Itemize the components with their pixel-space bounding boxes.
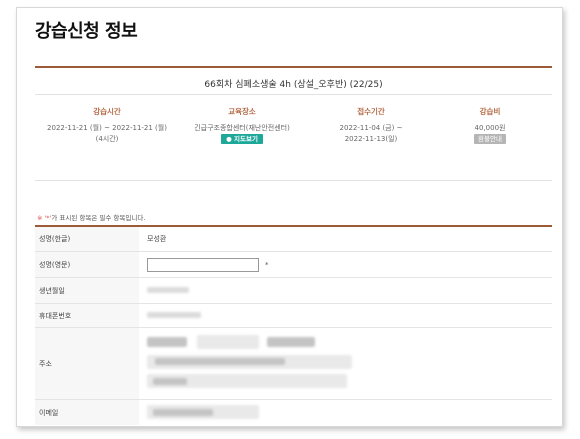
birthdate-label: 생년월일 <box>35 278 139 303</box>
name-en-input[interactable] <box>147 257 259 272</box>
info-venue-name: 긴급구조종합센터(재난안전센터) <box>194 124 290 132</box>
form-row-name-kr: 성명(한글) 모성환 <box>35 227 552 252</box>
form-row-email: 이메일 <box>35 400 552 425</box>
info-schedule-dates: 2022-11-21 (월) ~ 2022-11-21 (월) <box>47 124 167 132</box>
name-kr-label: 성명(한글) <box>35 227 139 251</box>
info-period: 접수기간 2022-11-04 (금) ~ 2022-11-13(일) <box>306 106 436 145</box>
info-venue-label: 교육장소 <box>228 107 256 116</box>
info-schedule-hours: (4시간) <box>95 135 119 143</box>
mobile-label: 휴대폰번호 <box>35 304 139 327</box>
map-pin-icon: ● <box>226 135 232 143</box>
form-row-name-en: 성명(영문) * <box>35 252 552 278</box>
divider <box>35 94 552 95</box>
form-row-birthdate: 생년월일 <box>35 278 552 304</box>
info-venue: 교육장소 긴급구조종합센터(재난안전센터) ● 지도보기 <box>177 106 307 145</box>
page-container: 강습신청 정보 66회차 심폐소생술 4h (상설_오후반) (22/25) 강… <box>16 7 563 427</box>
page-title: 강습신청 정보 <box>35 21 138 42</box>
required-notice-star: ※ '*' <box>37 214 52 222</box>
info-fee-label: 강습비 <box>479 107 501 116</box>
address-value <box>147 328 552 399</box>
info-fee-amount: 40,000원 <box>474 124 506 132</box>
name-en-cell: * <box>147 252 552 277</box>
mobile-value <box>147 304 552 327</box>
birthdate-value <box>147 278 552 303</box>
email-value <box>147 400 552 425</box>
email-label: 이메일 <box>35 400 139 425</box>
info-period-start: 2022-11-04 (금) ~ <box>339 124 403 132</box>
info-schedule: 강습시간 2022-11-21 (월) ~ 2022-11-21 (월) (4시… <box>42 106 172 145</box>
map-button-label: 지도보기 <box>234 135 258 143</box>
required-notice: ※ '*'가 표시된 항목은 필수 항목입니다. <box>37 212 145 222</box>
course-name: 66회차 심폐소생술 4h (상설_오후반) (22/25) <box>204 80 383 90</box>
name-kr-value: 모성환 <box>147 235 167 243</box>
info-fee: 강습비 40,000원 환불안내 <box>425 106 555 145</box>
address-label: 주소 <box>35 328 139 399</box>
name-en-label: 성명(영문) <box>35 252 139 277</box>
divider <box>35 66 552 68</box>
refund-info-button[interactable]: 환불안내 <box>474 134 506 144</box>
divider <box>35 180 552 181</box>
info-period-label: 접수기간 <box>357 107 385 116</box>
map-button[interactable]: ● 지도보기 <box>221 134 263 144</box>
required-mark: * <box>265 260 269 269</box>
form-row-address: 주소 <box>35 328 552 400</box>
required-notice-text: 가 표시된 항목은 필수 항목입니다. <box>51 214 146 222</box>
info-schedule-label: 강습시간 <box>93 107 121 116</box>
form-row-mobile: 휴대폰번호 <box>35 304 552 328</box>
info-period-end: 2022-11-13(일) <box>344 135 398 143</box>
